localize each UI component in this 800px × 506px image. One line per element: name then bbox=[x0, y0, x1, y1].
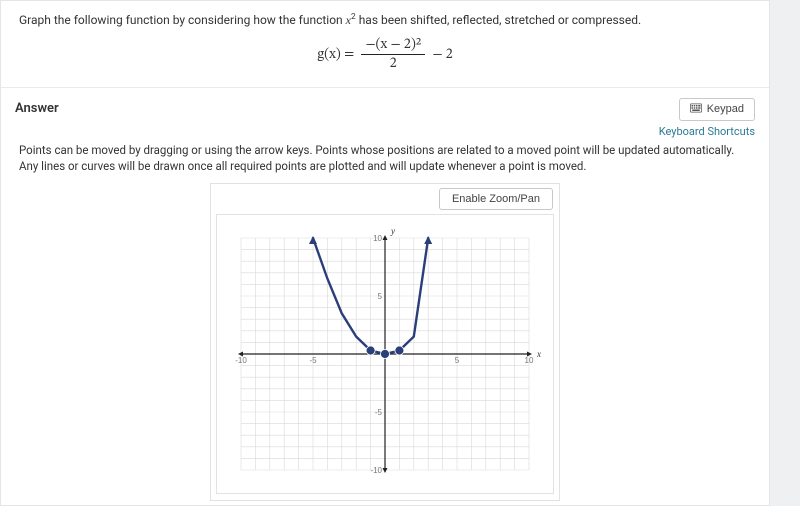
answer-bar: Answer Keypad Keyboard Shortcuts bbox=[1, 88, 769, 140]
draggable-point[interactable] bbox=[381, 349, 390, 358]
svg-text:x: x bbox=[536, 349, 541, 359]
enable-zoom-pan-button[interactable]: Enable Zoom/Pan bbox=[439, 188, 553, 210]
svg-text:y: y bbox=[390, 226, 395, 236]
draggable-point[interactable] bbox=[366, 346, 375, 355]
prompt-exp: 2 bbox=[351, 12, 356, 22]
keyboard-shortcuts-link[interactable]: Keyboard Shortcuts bbox=[659, 125, 755, 138]
formula-lhs: g(x) = bbox=[317, 48, 357, 62]
graph-container: Enable Zoom/Pan -10-5510-10-5510xy bbox=[210, 183, 560, 501]
svg-text:5: 5 bbox=[455, 356, 460, 365]
plot-area[interactable]: -10-5510-10-5510xy bbox=[216, 214, 554, 494]
prompt-pre: Graph the following function by consider… bbox=[19, 13, 346, 27]
question-section: Graph the following function by consider… bbox=[1, 1, 769, 88]
keypad-icon bbox=[690, 103, 702, 116]
svg-text:10: 10 bbox=[373, 234, 382, 243]
svg-text:-5: -5 bbox=[309, 356, 317, 365]
svg-text:-5: -5 bbox=[375, 408, 383, 417]
formula-tail: − 2 bbox=[432, 48, 452, 62]
keypad-button[interactable]: Keypad bbox=[679, 98, 755, 121]
formula-denominator: 2 bbox=[361, 55, 425, 73]
right-gutter bbox=[770, 0, 800, 506]
formula-fraction: −(x − 2)² 2 bbox=[361, 37, 425, 73]
coordinate-plane[interactable]: -10-5510-10-5510xy bbox=[225, 222, 545, 486]
keypad-label: Keypad bbox=[707, 103, 744, 115]
svg-text:5: 5 bbox=[378, 292, 383, 301]
svg-text:-10: -10 bbox=[235, 356, 247, 365]
formula-numerator: −(x − 2)² bbox=[361, 37, 425, 55]
answer-label: Answer bbox=[15, 98, 59, 116]
prompt-post: has been shifted, reflected, stretched o… bbox=[359, 13, 641, 27]
formula: g(x) = −(x − 2)² 2 − 2 bbox=[19, 37, 751, 73]
draggable-point[interactable] bbox=[395, 346, 404, 355]
hint-text: Points can be moved by dragging or using… bbox=[1, 140, 769, 179]
svg-text:10: 10 bbox=[525, 356, 534, 365]
svg-text:-10: -10 bbox=[370, 466, 382, 475]
question-text: Graph the following function by consider… bbox=[19, 11, 751, 29]
